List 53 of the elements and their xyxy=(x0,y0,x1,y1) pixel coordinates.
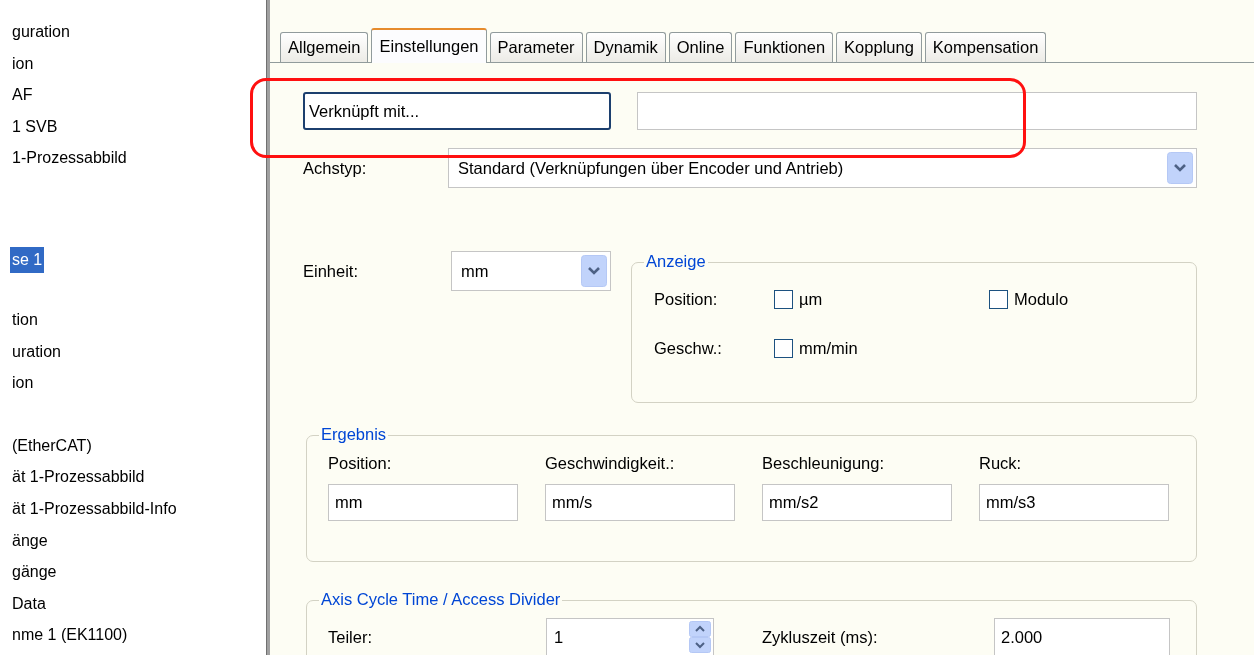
tab[interactable]: Kopplung xyxy=(836,32,922,62)
tree-item[interactable]: gänge xyxy=(10,556,59,588)
checkbox-label: mm/min xyxy=(799,337,858,359)
tree-item[interactable]: ion xyxy=(10,367,36,399)
tab[interactable]: Allgemein xyxy=(280,32,369,62)
checkbox[interactable] xyxy=(989,289,1008,309)
chevron-down-icon xyxy=(1167,152,1193,184)
tree-item[interactable]: (EtherCAT) xyxy=(10,429,94,462)
tab[interactable]: Einstellungen xyxy=(371,28,487,63)
checkbox-label: Modulo xyxy=(1014,289,1069,310)
input-field[interactable]: mm/s xyxy=(545,483,735,521)
input-field[interactable]: mm/s2 xyxy=(762,483,952,521)
input-field[interactable]: 2.000 xyxy=(994,618,1170,655)
field-label: Beschleunigung: xyxy=(762,453,885,474)
tree-item[interactable]: ion xyxy=(10,47,36,80)
tab[interactable]: Parameter xyxy=(489,32,583,62)
input-field[interactable]: mm/s3 xyxy=(979,483,1169,521)
tree-item[interactable]: Data xyxy=(10,587,48,620)
field-label: Zykluszeit (ms): xyxy=(762,626,879,648)
tree-item[interactable]: guration xyxy=(10,16,72,48)
input-field[interactable]: mm xyxy=(328,483,518,521)
field-label: Position: xyxy=(328,453,393,474)
tree-item[interactable]: 1 SVB xyxy=(10,110,60,143)
checkbox-label: µm xyxy=(799,289,823,310)
unit-dropdown[interactable]: mm xyxy=(451,251,611,291)
input-field[interactable] xyxy=(637,92,1197,130)
tab[interactable]: Funktionen xyxy=(735,32,834,62)
tree-item[interactable]: nme 1 (EK1100) xyxy=(10,619,130,651)
checkbox[interactable] xyxy=(774,338,793,358)
spinner-field[interactable]: 1 xyxy=(546,618,714,655)
field-label: Einheit: xyxy=(303,260,360,282)
field-label: Ruck: xyxy=(979,453,1023,474)
axis-type-dropdown[interactable]: Standard (Verknüpfungen über Encoder und Antrieb) xyxy=(448,148,1197,188)
tree-item[interactable]: uration xyxy=(10,335,63,368)
tab[interactable]: Online xyxy=(668,32,733,62)
spinner-arrows-icon[interactable] xyxy=(689,621,711,653)
tab[interactable]: Kompensation xyxy=(924,32,1047,62)
field-label: Teiler: xyxy=(328,626,373,648)
tree-item[interactable]: tion xyxy=(10,303,40,336)
field-label: Achstyp: xyxy=(303,157,368,179)
field-label: Geschw.: xyxy=(654,337,723,359)
tree-item[interactable]: ät 1-Prozessabbild-Info xyxy=(10,492,179,525)
tree-item[interactable]: änge xyxy=(10,524,50,557)
tree-item[interactable]: ät 1-Prozessabbild xyxy=(10,461,147,493)
tab[interactable]: Dynamik xyxy=(585,32,666,62)
field-label: Position: xyxy=(654,289,719,310)
field-label: Geschwindigkeit.: xyxy=(545,453,676,474)
checkbox[interactable] xyxy=(774,289,793,309)
link-button[interactable]: Verknüpft mit... xyxy=(303,92,611,130)
tree-item[interactable]: 1-Prozessabbild xyxy=(10,142,129,174)
tree-item[interactable]: se 1 xyxy=(10,246,45,273)
tree-item[interactable]: AF xyxy=(10,79,35,111)
chevron-down-icon xyxy=(581,255,607,287)
